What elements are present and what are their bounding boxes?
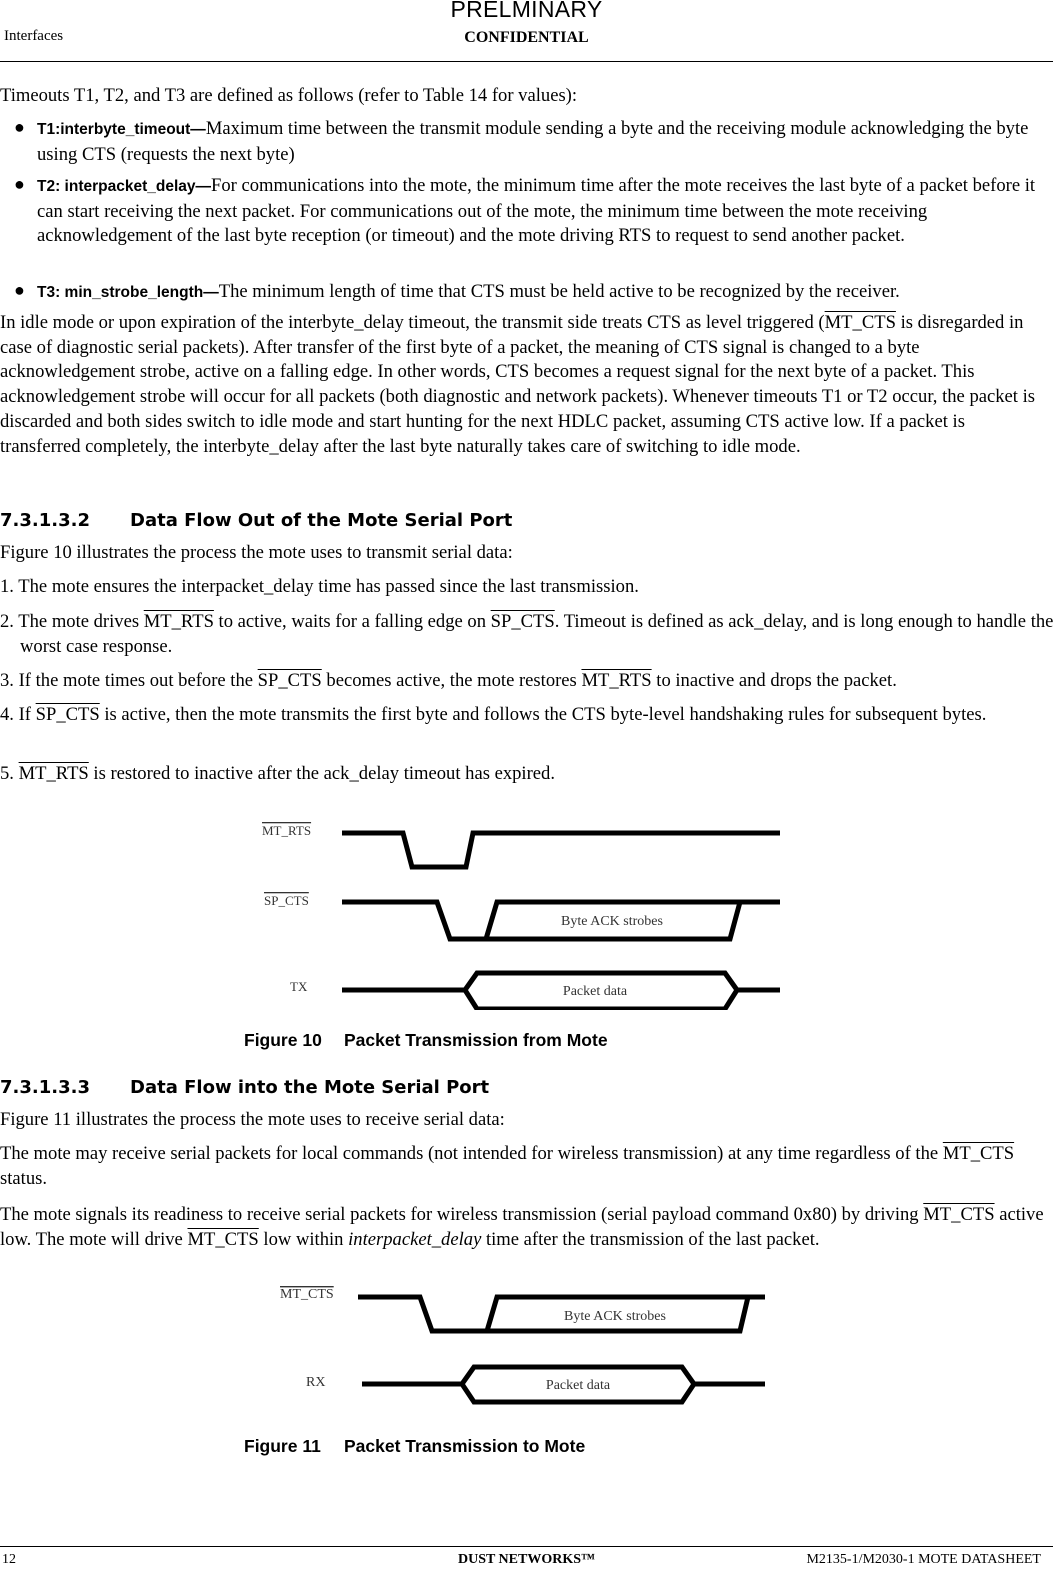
signal-name: MT_RTS: [581, 670, 652, 691]
text-run: 2. The mote drives: [0, 611, 144, 632]
figure-11-timing-diagram: MT_CTS Byte ACK strobes RX Packet data: [280, 1287, 765, 1405]
section-heading-data-flow-out: 7.3.1.3.2 Data Flow Out of the Mote Seria…: [0, 510, 512, 531]
text-run: low within: [258, 1228, 349, 1250]
preliminary-watermark: PRELMINARY: [450, 0, 603, 22]
header-confidential: CONFIDENTIAL: [464, 29, 589, 46]
signal-name: MT_CTS: [824, 312, 896, 333]
transmit-step: 3. If the mote times out before the SP_C…: [0, 669, 1053, 694]
figure-title: Packet Transmission to Mote: [344, 1436, 586, 1456]
timeout-item-t2: T2: interpacket_delay—For communications…: [37, 174, 1047, 249]
text-run: to active, waits for a falling edge on: [213, 611, 491, 632]
header-rule: [0, 61, 1053, 62]
bullet-icon: ●: [14, 280, 25, 300]
text-run: becomes active, the mote restores: [321, 670, 582, 691]
text-run: to inactive and drops the packet.: [651, 670, 897, 691]
strobe-label: Byte ACK strobes: [561, 914, 663, 929]
signal-name: MT_CTS: [942, 1143, 1015, 1164]
timeout-item-t3: T3: min_strobe_length—The minimum length…: [37, 280, 1047, 306]
timeout-term: T2: interpacket_delay—: [37, 178, 212, 195]
figure-number: Figure 11: [244, 1436, 321, 1456]
figure-title: Packet Transmission from Mote: [344, 1030, 608, 1050]
signal-label-mt-rts: MT_RTS: [262, 823, 311, 838]
text-run: The mote signals its readiness to receiv…: [0, 1204, 924, 1225]
timeout-term: T3: min_strobe_length—: [37, 284, 219, 301]
text-run: status.: [0, 1167, 48, 1189]
mt-cts-waveform: [358, 1294, 765, 1334]
idle-mode-paragraph: In idle mode or upon expiration of the i…: [0, 311, 1050, 459]
text-run: time after the transmission of the last …: [481, 1228, 820, 1250]
signal-name: MT_CTS: [923, 1204, 995, 1225]
transmit-step: 1. The mote ensures the interpacket_dela…: [0, 575, 1053, 600]
transmit-step: 4. If SP_CTS is active, then the mote tr…: [0, 703, 1053, 728]
section-number: 7.3.1.3.3: [0, 1077, 90, 1098]
footer-document-title: M2135-1/M2030-1 MOTE DATASHEET: [806, 1552, 1041, 1567]
packet-data-label: Packet data: [563, 984, 628, 999]
signal-name: MT_CTS: [187, 1228, 259, 1250]
transmit-step: 2. The mote drives MT_RTS to active, wai…: [0, 610, 1053, 659]
text-run: 4. If: [0, 704, 36, 725]
text-run: is active, then the mote transmits the f…: [99, 704, 987, 725]
transmit-step: 5. MT_RTS is restored to inactive after …: [0, 762, 1053, 787]
bullet-icon: ●: [14, 174, 25, 194]
text-run: is restored to inactive after the ack_de…: [88, 763, 555, 784]
section-heading-data-flow-in: 7.3.1.3.3 Data Flow into the Mote Serial …: [0, 1077, 489, 1098]
timeouts-intro: Timeouts T1, T2, and T3 are defined as f…: [0, 85, 578, 106]
signal-name: SP_CTS: [257, 670, 322, 691]
figure-10-caption: Figure 10 Packet Transmission from Mote: [244, 1030, 608, 1051]
section-in-lead: Figure 11 illustrates the process the mo…: [0, 1109, 505, 1130]
tx-waveform: [342, 970, 780, 1010]
timeout-item-t1: T1:interbyte_timeout—Maximum time betwee…: [37, 117, 1047, 167]
italic-term: interpacket_delay: [348, 1228, 482, 1250]
mt-rts-waveform: [342, 830, 780, 870]
signal-name: MT_RTS: [143, 611, 214, 632]
footer-rule: [0, 1546, 1053, 1547]
section-title: Data Flow into the Mote Serial Port: [130, 1077, 490, 1098]
signal-name: SP_CTS: [490, 611, 555, 632]
signal-label-rx: RX: [306, 1375, 325, 1390]
text-run: The mote may receive serial packets for …: [0, 1143, 943, 1164]
section-title: Data Flow Out of the Mote Serial Port: [130, 510, 513, 531]
signal-label-tx: TX: [290, 979, 308, 994]
signal-label-sp-cts: SP_CTS: [264, 893, 309, 908]
text-run: 3. If the mote times out before the: [0, 670, 258, 691]
text-run: is disregarded in case of diagnostic ser…: [0, 312, 1036, 457]
local-commands-paragraph: The mote may receive serial packets for …: [0, 1142, 1050, 1191]
timeout-description: The minimum length of time that CTS must…: [218, 281, 900, 302]
signal-name: SP_CTS: [35, 704, 100, 725]
signal-label-mt-cts: MT_CTS: [280, 1287, 334, 1302]
figure-number: Figure 10: [244, 1030, 322, 1050]
readiness-paragraph: The mote signals its readiness to receiv…: [0, 1203, 1050, 1252]
figure-11-caption: Figure 11 Packet Transmission to Mote: [244, 1436, 585, 1457]
strobe-label: Byte ACK strobes: [564, 1309, 666, 1324]
section-number: 7.3.1.3.2: [0, 510, 90, 531]
figure-10-timing-diagram: MT_RTS SP_CTS Byte ACK strobes TX Packet…: [262, 823, 780, 1010]
text-run: In idle mode or upon expiration of the i…: [0, 312, 825, 333]
section-out-lead: Figure 10 illustrates the process the mo…: [0, 542, 513, 563]
timeout-term: T1:interbyte_timeout—: [37, 121, 206, 138]
text-run: 5.: [0, 763, 19, 784]
bullet-icon: ●: [14, 117, 25, 137]
packet-data-label: Packet data: [546, 1378, 611, 1393]
signal-name: MT_RTS: [18, 763, 89, 784]
text-run: 1. The mote ensures the interpacket_dela…: [0, 576, 639, 597]
